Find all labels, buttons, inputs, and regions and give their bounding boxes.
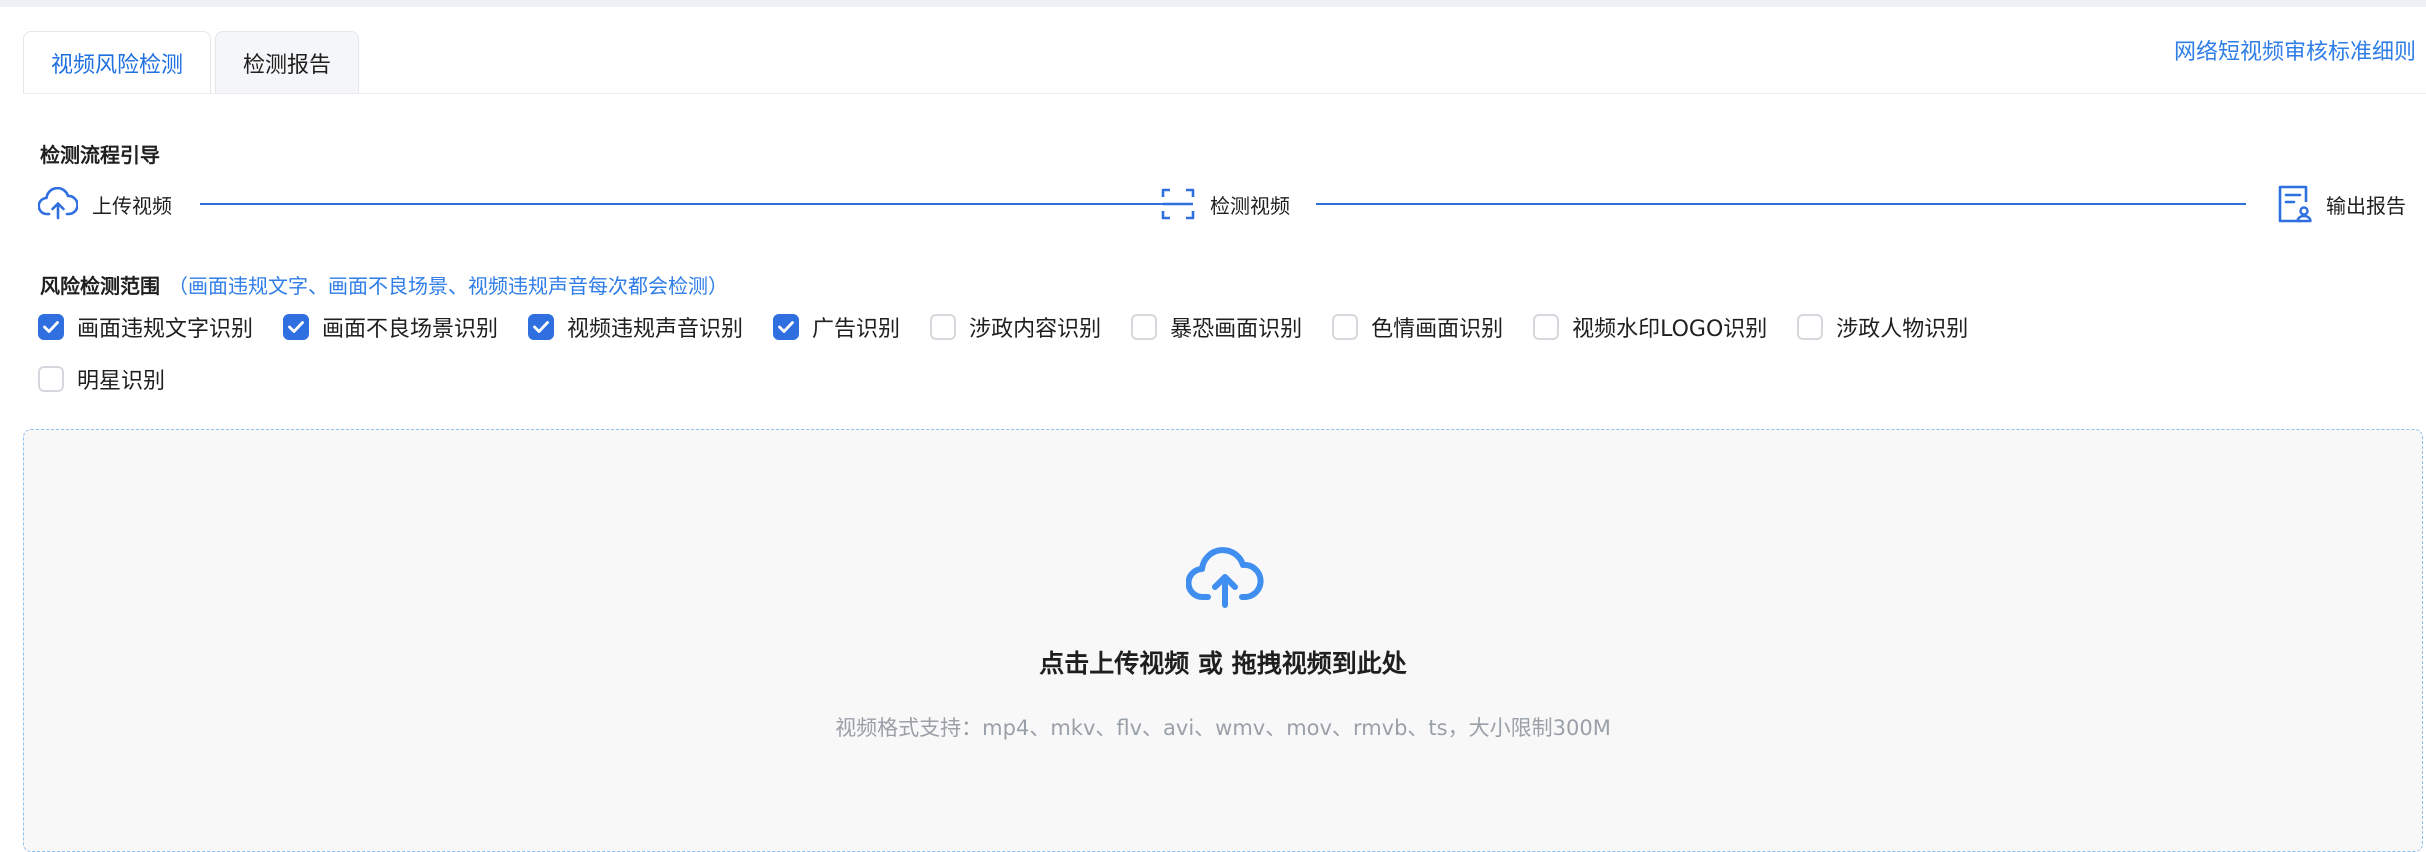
flow-step-upload: 上传视频	[38, 182, 172, 226]
checkbox-checked-icon[interactable]	[283, 314, 310, 340]
checkbox-label: 画面不良场景识别	[322, 317, 499, 342]
checkbox-ad[interactable]: 广告识别	[773, 311, 900, 343]
checkbox-unchecked-icon[interactable]	[1797, 314, 1824, 340]
flow-step-label: 输出报告	[2326, 193, 2406, 218]
flow-guide: 上传视频 检测视频 输出报告	[38, 182, 2412, 226]
risk-scope-title: 风险检测范围	[40, 274, 160, 298]
flow-step-detect: 检测视频	[1160, 182, 1290, 226]
checkbox-celebrity[interactable]: 明星识别	[38, 363, 165, 395]
checkbox-label: 暴恐画面识别	[1170, 317, 1303, 342]
cloud-upload-icon	[38, 187, 78, 220]
cloud-upload-icon	[1186, 547, 1264, 608]
checkbox-bad-scene[interactable]: 画面不良场景识别	[283, 311, 498, 343]
checkbox-watermark-logo[interactable]: 视频水印LOGO识别	[1533, 311, 1767, 343]
checkbox-political-person[interactable]: 涉政人物识别	[1797, 311, 1968, 343]
flow-connector	[1316, 203, 2246, 205]
checkbox-label: 色情画面识别	[1371, 317, 1504, 342]
checkbox-terror[interactable]: 暴恐画面识别	[1131, 311, 1302, 343]
checkbox-label: 涉政内容识别	[969, 317, 1102, 342]
checkbox-row: 画面违规文字识别 画面不良场景识别 视频违规声音识别 广告识别 涉政内容识别 暴…	[38, 309, 1998, 345]
checkbox-political-content[interactable]: 涉政内容识别	[930, 311, 1101, 343]
checkbox-audio-violation[interactable]: 视频违规声音识别	[528, 311, 743, 343]
checkbox-row: 明星识别	[38, 361, 195, 397]
checkbox-checked-icon[interactable]	[38, 314, 64, 340]
checkbox-label: 广告识别	[812, 317, 901, 342]
tab-detection-report[interactable]: 检测报告	[215, 31, 360, 93]
upload-format-hint: 视频格式支持：mp4、mkv、flv、avi、wmv、mov、rmvb、ts，大…	[835, 716, 1611, 740]
flow-guide-title: 检测流程引导	[40, 143, 160, 167]
flow-connector	[200, 203, 1168, 205]
risk-scope-note: （画面违规文字、画面不良场景、视频违规声音每次都会检测）	[168, 274, 728, 298]
upload-dropzone[interactable]: 点击上传视频 或 拖拽视频到此处 视频格式支持：mp4、mkv、flv、avi、…	[23, 429, 2423, 852]
checkbox-porn[interactable]: 色情画面识别	[1332, 311, 1503, 343]
flow-step-label: 上传视频	[92, 193, 172, 218]
report-icon	[2278, 185, 2312, 223]
checkbox-checked-icon[interactable]	[528, 314, 555, 340]
flow-step-report: 输出报告	[2276, 182, 2406, 226]
top-strip	[0, 0, 2426, 7]
checkbox-label: 视频水印LOGO识别	[1572, 317, 1768, 342]
checkbox-text-violation[interactable]: 画面违规文字识别	[38, 311, 253, 343]
checkbox-unchecked-icon[interactable]	[930, 314, 957, 340]
checkbox-label: 画面违规文字识别	[77, 317, 254, 342]
checkbox-unchecked-icon[interactable]	[38, 366, 64, 392]
flow-step-label: 检测视频	[1210, 193, 1290, 218]
tab-divider	[23, 93, 2426, 94]
tab-video-risk-detection[interactable]: 视频风险检测	[23, 31, 212, 93]
checkbox-unchecked-icon[interactable]	[1533, 314, 1560, 340]
scan-icon	[1161, 188, 1195, 220]
checkbox-label: 涉政人物识别	[1836, 317, 1969, 342]
checkbox-label: 视频违规声音识别	[567, 317, 744, 342]
rules-link[interactable]: 网络短视频审核标准细则	[2174, 34, 2416, 66]
upload-main-text: 点击上传视频 或 拖拽视频到此处	[1039, 649, 1407, 678]
tab-bar: 视频风险检测 检测报告	[23, 31, 363, 93]
checkbox-unchecked-icon[interactable]	[1332, 314, 1359, 340]
checkbox-checked-icon[interactable]	[773, 314, 800, 340]
checkbox-label: 明星识别	[77, 369, 166, 394]
checkbox-unchecked-icon[interactable]	[1131, 314, 1158, 340]
